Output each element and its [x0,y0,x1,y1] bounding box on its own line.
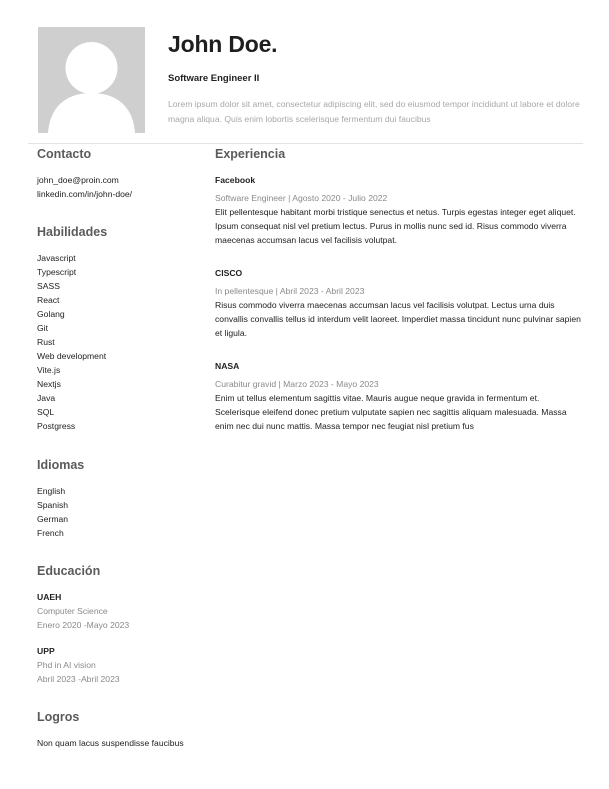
skill-item: Web development [37,351,107,361]
experience-title: Experiencia [215,147,286,161]
achievements-title: Logros [37,710,80,724]
education-title: Educación [37,564,101,578]
job-meta: Software Engineer | Agosto 2020 - Julio … [215,193,388,203]
job-entry: CISCO In pellentesque | Abril 2023 - Abr… [215,266,585,340]
header-divider [28,143,583,144]
job-company: Facebook [215,175,256,185]
candidate-name: John Doe. [168,31,278,57]
skill-item: Git [37,323,48,333]
skill-item: SQL [37,407,55,417]
email-link[interactable]: john_doe@proin.com [37,173,132,187]
skill-item: Postgress [37,421,76,431]
experience-section: Experiencia Facebook Software Engineer |… [215,146,585,433]
job-company: NASA [215,361,240,371]
education-dates: Abril 2023 -Abril 2023 [37,674,120,684]
skill-item: Typescript [37,267,77,277]
languages-title: Idiomas [37,458,85,472]
education-item: UAEH Computer Science Enero 2020 -Mayo 2… [37,590,129,632]
skill-item: Vite.js [37,365,61,375]
achievement-item: Non quam lacus suspendisse faucibus [37,738,184,748]
job-entry: Facebook Software Engineer | Agosto 2020… [215,173,585,247]
degree-name: Computer Science [37,606,108,616]
job-description: Elit pellentesque habitant morbi tristiq… [215,207,576,245]
skill-item: SASS [37,281,60,291]
school-name: UAEH [37,592,62,602]
right-column: Experiencia Facebook Software Engineer |… [215,146,585,452]
skill-item: Java [37,393,56,403]
job-description: Enim ut tellus elementum sagittis vitae.… [215,393,567,431]
skills-section: Habilidades Javascript Typescript SASS R… [37,224,107,433]
linkedin-link[interactable]: linkedin.com/in/john-doe/ [37,187,132,201]
skill-item: Golang [37,309,65,319]
language-item: English [37,486,66,496]
degree-name: Phd in AI vision [37,660,96,670]
education-dates: Enero 2020 -Mayo 2023 [37,620,130,630]
job-company: CISCO [215,268,243,278]
job-description: Risus commodo viverra maecenas accumsan … [215,300,581,338]
skill-item: Javascript [37,253,76,263]
language-item: French [37,528,64,538]
contact-title: Contacto [37,147,92,161]
skill-item: Rust [37,337,55,347]
job-meta: Curabitur gravid | Marzo 2023 - Mayo 202… [215,379,379,389]
school-name: UPP [37,646,55,656]
profile-summary: Lorem ipsum dolor sit amet, consectetur … [168,99,580,124]
skill-item: Nextjs [37,379,61,389]
education-section: Educación UAEH Computer Science Enero 20… [37,563,129,698]
skill-item: React [37,295,60,305]
job-entry: NASA Curabitur gravid | Marzo 2023 - May… [215,359,585,433]
contact-section: Contacto john_doe@proin.com linkedin.com… [37,146,132,201]
achievements-section: Logros Non quam lacus suspendisse faucib… [37,709,184,750]
education-item: UPP Phd in AI vision Abril 2023 -Abril 2… [37,644,129,686]
job-title: Software Engineer II [168,73,260,84]
job-meta: In pellentesque | Abril 2023 - Abril 202… [215,286,365,296]
languages-section: Idiomas English Spanish German French [37,457,84,540]
skills-title: Habilidades [37,225,108,239]
avatar [38,27,145,133]
person-silhouette-icon [38,27,145,133]
language-item: German [37,514,69,524]
resume-page: John Doe. Software Engineer II Lorem ips… [0,0,609,789]
language-item: Spanish [37,500,69,510]
